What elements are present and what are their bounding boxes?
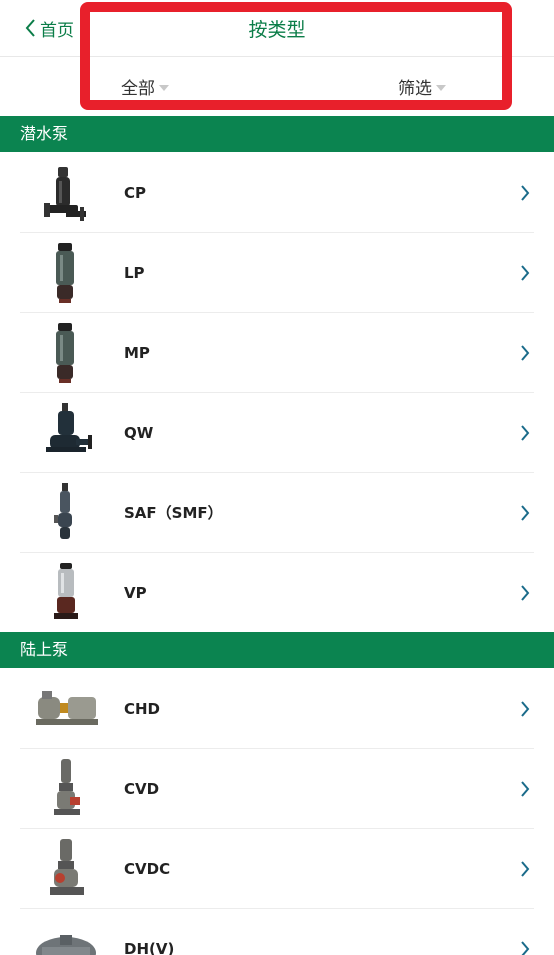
list-item[interactable]: CVDC (0, 829, 554, 909)
list-item[interactable]: CVD (0, 749, 554, 829)
list-item-label: CVD (124, 780, 160, 798)
list-item-label: CP (124, 184, 147, 202)
chevron-right-icon (520, 264, 530, 282)
list-item[interactable]: DH(V) (0, 909, 554, 955)
chevron-right-icon (520, 940, 530, 955)
caret-down-icon (159, 84, 169, 91)
caret-down-icon (436, 84, 446, 91)
list-item-label: QW (124, 424, 154, 442)
chevron-right-icon (520, 780, 530, 798)
list-item-label: LP (124, 264, 145, 282)
category-dropdown[interactable]: 全部 (121, 74, 169, 99)
chevron-right-icon (520, 860, 530, 878)
category-dropdown-label: 全部 (121, 79, 155, 99)
land-pump-cvd-icon (30, 757, 102, 821)
list-item-label: CVDC (124, 860, 171, 878)
header: 首页 按类型 全部 筛选 (0, 0, 554, 114)
land-pump-cvdc-icon (30, 837, 102, 901)
chevron-right-icon (520, 584, 530, 602)
section-header-submersible: 潜水泵 (0, 116, 554, 152)
list-item-label: VP (124, 584, 147, 602)
submersible-pump-mp-icon (30, 321, 102, 385)
chevron-right-icon (520, 424, 530, 442)
chevron-left-icon (25, 19, 35, 37)
section-header-land: 陆上泵 (0, 632, 554, 668)
submersible-pump-lp-icon (30, 241, 102, 305)
submersible-pump-cp-icon (30, 161, 102, 225)
header-divider (0, 56, 554, 57)
list-item-label: SAF（SMF） (124, 504, 223, 522)
submersible-pump-qw-icon (30, 401, 102, 465)
filter-dropdown[interactable]: 筛选 (398, 74, 446, 99)
product-category-page: 首页 按类型 全部 筛选 潜水泵 CP LP MP QW SAF（SMF） VP… (0, 0, 554, 955)
list-item-label: MP (124, 344, 150, 362)
list-item[interactable]: QW (0, 393, 554, 473)
land-pump-list: CHD CVD CVDC DH(V) (0, 669, 554, 955)
list-item-label: CHD (124, 700, 161, 718)
submersible-pump-saf-icon (30, 481, 102, 545)
list-item-label: DH(V) (124, 940, 175, 955)
back-label: 首页 (40, 20, 74, 41)
chevron-right-icon (520, 700, 530, 718)
land-pump-chd-icon (30, 677, 102, 741)
back-button[interactable]: 首页 (24, 16, 74, 41)
land-pump-dhv-icon (30, 917, 102, 955)
chevron-right-icon (520, 344, 530, 362)
list-item[interactable]: CP (0, 153, 554, 233)
chevron-right-icon (520, 184, 530, 202)
list-item[interactable]: MP (0, 313, 554, 393)
list-item[interactable]: SAF（SMF） (0, 473, 554, 553)
list-item[interactable]: LP (0, 233, 554, 313)
submersible-pump-list: CP LP MP QW SAF（SMF） VP (0, 153, 554, 633)
filter-dropdown-label: 筛选 (398, 79, 432, 99)
page-title: 按类型 (248, 19, 306, 41)
list-item[interactable]: VP (0, 553, 554, 633)
list-item[interactable]: CHD (0, 669, 554, 749)
chevron-right-icon (520, 504, 530, 522)
submersible-pump-vp-icon (30, 561, 102, 625)
